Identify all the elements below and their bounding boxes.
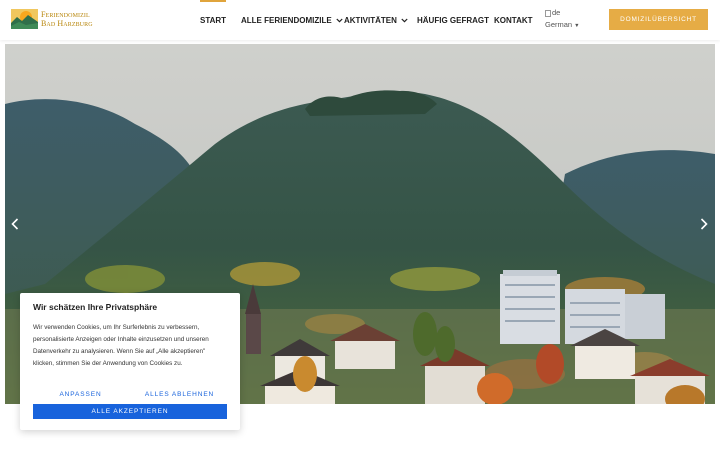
cookie-accept-button[interactable]: ALLE AKZEPTIEREN bbox=[33, 404, 227, 419]
nav-kontakt-label: KONTAKT bbox=[494, 15, 533, 25]
nav-kontakt[interactable]: KONTAKT bbox=[494, 0, 533, 40]
chevron-down-icon bbox=[401, 18, 408, 23]
broken-flag-icon bbox=[545, 9, 551, 17]
brand-line-2: Bad Harzburg bbox=[41, 19, 93, 28]
nav-feriendomizile-label: ALLE FERIENDOMIZILE bbox=[241, 15, 332, 25]
nav-start[interactable]: START bbox=[200, 0, 227, 40]
nav-aktivitaeten[interactable]: AKTIVITÄTEN bbox=[344, 0, 408, 40]
chevron-down-icon bbox=[336, 18, 343, 23]
nav-haeufig-gefragt-label: HÄUFIG GEFRAGT bbox=[417, 15, 489, 25]
cookie-text: Wir verwenden Cookies, um Ihr Surferlebn… bbox=[33, 324, 209, 367]
slider-next-arrow[interactable] bbox=[700, 218, 708, 230]
cookie-consent-dialog: Wir schätzen Ihre Privatsphäre Wir verwe… bbox=[20, 293, 240, 430]
caret-down-icon: ▼ bbox=[574, 23, 580, 29]
brand-line-1: Feriendomizil bbox=[41, 9, 90, 19]
nav-aktivitaeten-label: AKTIVITÄTEN bbox=[344, 15, 397, 25]
nav-start-label: START bbox=[200, 15, 227, 25]
cookie-title: Wir schätzen Ihre Privatsphäre bbox=[33, 302, 158, 312]
domizil-overview-button[interactable]: DOMIZILÜBERSICHT bbox=[609, 9, 708, 30]
nav-haeufig-gefragt[interactable]: HÄUFIG GEFRAGT bbox=[417, 0, 489, 40]
logo-mark-icon bbox=[11, 9, 38, 29]
nav-feriendomizile[interactable]: ALLE FERIENDOMIZILE bbox=[241, 0, 343, 40]
language-flag-alt: de bbox=[552, 8, 561, 17]
slider-prev-arrow[interactable] bbox=[11, 218, 19, 230]
language-switcher[interactable]: de German ▼ bbox=[545, 7, 580, 32]
language-label: German bbox=[545, 20, 573, 29]
cookie-customize-button[interactable]: ANPASSEN bbox=[33, 391, 128, 398]
site-header: Feriendomizil Bad Harzburg START ALLE FE… bbox=[0, 0, 720, 40]
cookie-reject-button[interactable]: ALLES ABLEHNEN bbox=[132, 391, 227, 398]
site-logo[interactable]: Feriendomizil Bad Harzburg bbox=[11, 8, 99, 30]
